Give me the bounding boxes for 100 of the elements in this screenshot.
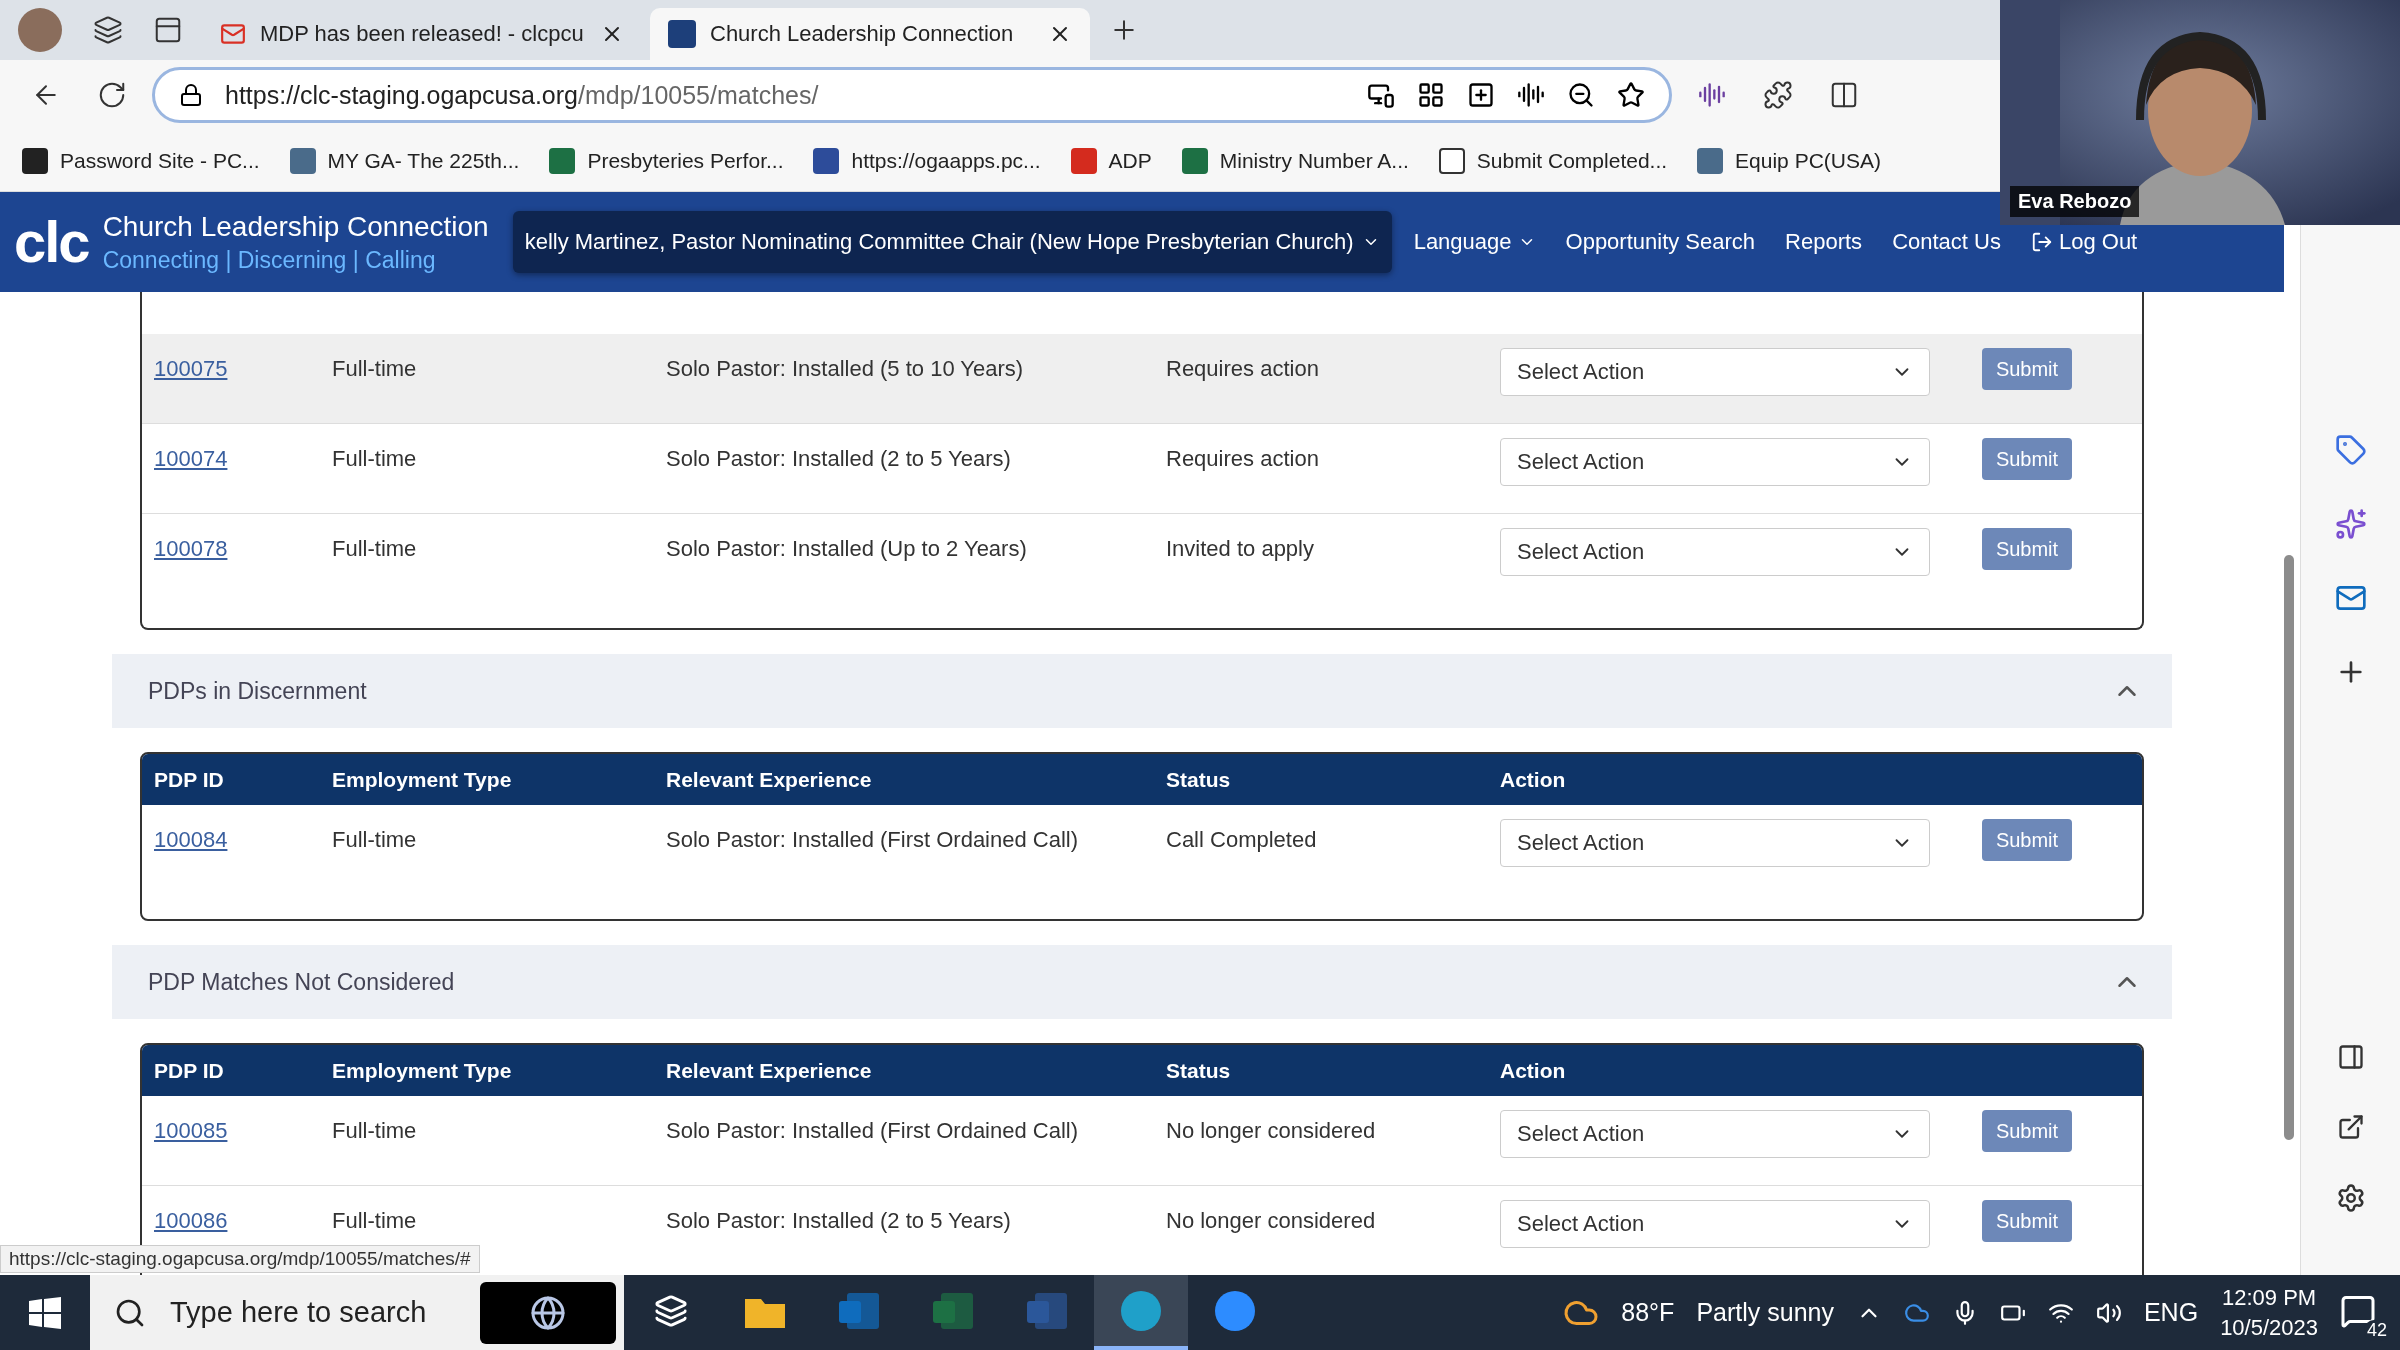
- sidebar-icon[interactable]: [2336, 1043, 2365, 1071]
- column-header: Status: [1166, 767, 1232, 792]
- mail-icon: [220, 21, 246, 47]
- action-select[interactable]: Select Action: [1500, 438, 1930, 486]
- pdp-id-link[interactable]: 100085: [154, 1118, 332, 1144]
- nav-link[interactable]: Log Out: [2022, 229, 2146, 255]
- nav-link[interactable]: Opportunity Search: [1557, 229, 1764, 255]
- submit-button[interactable]: Submit: [1982, 528, 2072, 570]
- weather-text: Partly sunny: [1696, 1298, 1834, 1327]
- user-menu[interactable]: kelly Martinez, Pastor Nominating Committee Chair (New Hope Presbyterian Church): [512, 211, 1392, 273]
- table-cell-text: Requires action: [1166, 446, 1320, 472]
- browser-tab[interactable]: MDP has been released! - clcpcu: [202, 8, 642, 60]
- table-cell-text: Call Completed: [1166, 827, 1318, 853]
- favorite-icon[interactable]: [1617, 81, 1645, 109]
- pdp-id-link[interactable]: 100075: [154, 356, 332, 382]
- browser-tab[interactable]: Church Leadership Connection: [650, 8, 1090, 60]
- bookmark[interactable]: Presbyteries Perfor...: [549, 147, 784, 174]
- tab-actions-icon[interactable]: [153, 15, 183, 45]
- nav-link[interactable]: Language: [1405, 229, 1544, 255]
- browser-icon[interactable]: [1119, 1288, 1163, 1333]
- action-select[interactable]: Select Action: [1500, 1110, 1930, 1158]
- zoom-out-icon[interactable]: [1567, 81, 1595, 109]
- table-cell-text: Solo Pastor: Installed (First Ordained Call): [666, 1118, 1080, 1144]
- submit-button[interactable]: Submit: [1982, 438, 2072, 480]
- start-icon[interactable]: [29, 1296, 61, 1329]
- pdp-id-link[interactable]: 100074: [154, 446, 332, 472]
- table-cell-text: No longer considered: [1166, 1208, 1377, 1234]
- bookmark[interactable]: https://ogaapps.pc...: [813, 147, 1041, 174]
- bookmark[interactable]: Password Site - PC...: [22, 147, 260, 174]
- table-cell-text: Full-time: [332, 536, 418, 562]
- external-link-icon[interactable]: [2336, 1113, 2365, 1141]
- apps-icon[interactable]: [1417, 81, 1445, 109]
- bookmark[interactable]: Submit Completed...: [1438, 147, 1668, 174]
- bookmark-icon: [1070, 147, 1097, 174]
- table-cell-text: Solo Pastor: Installed (Up to 2 Years): [666, 536, 1028, 562]
- pdp-id-link[interactable]: 100078: [154, 536, 332, 562]
- section-header[interactable]: PDP Matches Not Considered: [112, 945, 2172, 1019]
- bookmark-icon: [1697, 147, 1724, 174]
- table-cell-text: Requires action: [1166, 356, 1320, 382]
- site-favicon: [668, 20, 696, 48]
- table-cell-text: Invited to apply: [1166, 536, 1315, 562]
- action-select[interactable]: Select Action: [1500, 348, 1930, 396]
- table-cell-text: Solo Pastor: Installed (2 to 5 Years): [666, 1208, 1012, 1234]
- table-cell-text: No longer considered: [1166, 1118, 1377, 1144]
- read-aloud-icon[interactable]: [1517, 81, 1545, 109]
- settings-icon[interactable]: [2335, 1183, 2366, 1213]
- table-cell-text: Full-time: [332, 1208, 418, 1234]
- section-title: PDPs in Discernment: [148, 677, 367, 705]
- bookmark[interactable]: ADP: [1070, 147, 1152, 174]
- column-header: Action: [1500, 1058, 1567, 1083]
- site-title: Church Leadership Connection: [102, 210, 489, 243]
- bookmark[interactable]: MY GA- The 225th...: [289, 147, 520, 174]
- tag-icon[interactable]: [2334, 434, 2367, 466]
- taskbar-search-field[interactable]: Type here to search: [90, 1275, 624, 1350]
- action-select[interactable]: Select Action: [1500, 1200, 1930, 1248]
- add-icon[interactable]: [1467, 81, 1495, 109]
- section-header[interactable]: PDPs in Discernment: [112, 654, 2172, 728]
- bookmark-icon: [22, 147, 48, 174]
- submit-button[interactable]: Submit: [1982, 1200, 2072, 1242]
- profile-avatar[interactable]: [18, 8, 62, 52]
- logout-icon: [2030, 231, 2053, 253]
- lock-icon: [179, 83, 203, 107]
- temperature: 88°F: [1621, 1298, 1675, 1327]
- bookmark[interactable]: Equip PC(USA): [1697, 147, 1881, 174]
- address-bar[interactable]: https://clc-staging.ogapcusa.org/mdp/10055/matches/: [152, 67, 1672, 123]
- reload-icon[interactable]: [97, 80, 127, 110]
- split-screen-icon[interactable]: [1829, 80, 1859, 110]
- table-cell-text: Full-time: [332, 446, 418, 472]
- bookmark-icon: [1181, 147, 1208, 174]
- submit-button[interactable]: Submit: [1982, 819, 2072, 861]
- submit-button[interactable]: Submit: [1982, 348, 2072, 390]
- action-select[interactable]: Select Action: [1500, 528, 1930, 576]
- table-cell-text: Solo Pastor: Installed (First Ordained Call): [666, 827, 1080, 853]
- table-cell-text: Full-time: [332, 1118, 418, 1144]
- action-select[interactable]: Select Action: [1500, 819, 1930, 867]
- bookmark-icon: [813, 147, 840, 174]
- nav-link[interactable]: Reports: [1777, 229, 1871, 255]
- task-view-icon[interactable]: [654, 1293, 688, 1328]
- sparkle-icon[interactable]: [2334, 508, 2367, 540]
- participant-name: Eva Rebozo: [2010, 186, 2140, 217]
- column-header: Relevant Experience: [666, 1058, 873, 1083]
- site-logo[interactable]: clc: [14, 213, 89, 271]
- bookmark-icon: [549, 147, 576, 174]
- nav-link[interactable]: Contact Us: [1884, 229, 2009, 255]
- workspaces-icon[interactable]: [93, 15, 123, 45]
- column-header: Action: [1500, 767, 1567, 792]
- pdp-id-link[interactable]: 100084: [154, 827, 332, 853]
- language-indicator[interactable]: ENG: [2143, 1298, 2199, 1327]
- extension-icon[interactable]: [1698, 81, 1726, 109]
- submit-button[interactable]: Submit: [1982, 1110, 2072, 1152]
- bookmark-icon: [289, 147, 316, 174]
- bookmark[interactable]: Ministry Number A...: [1181, 147, 1409, 174]
- column-header: PDP ID: [154, 1058, 225, 1083]
- scrollbar-thumb[interactable]: [2284, 555, 2294, 1140]
- globe-icon[interactable]: [530, 1294, 566, 1331]
- column-header: Employment Type: [332, 767, 513, 792]
- pdp-id-link[interactable]: 100086: [154, 1208, 332, 1234]
- clock[interactable]: 12:09 PM 10/5/2023: [2220, 1284, 2318, 1341]
- extensions-icon[interactable]: [1763, 80, 1793, 110]
- section-title: PDP Matches Not Considered: [148, 968, 455, 996]
